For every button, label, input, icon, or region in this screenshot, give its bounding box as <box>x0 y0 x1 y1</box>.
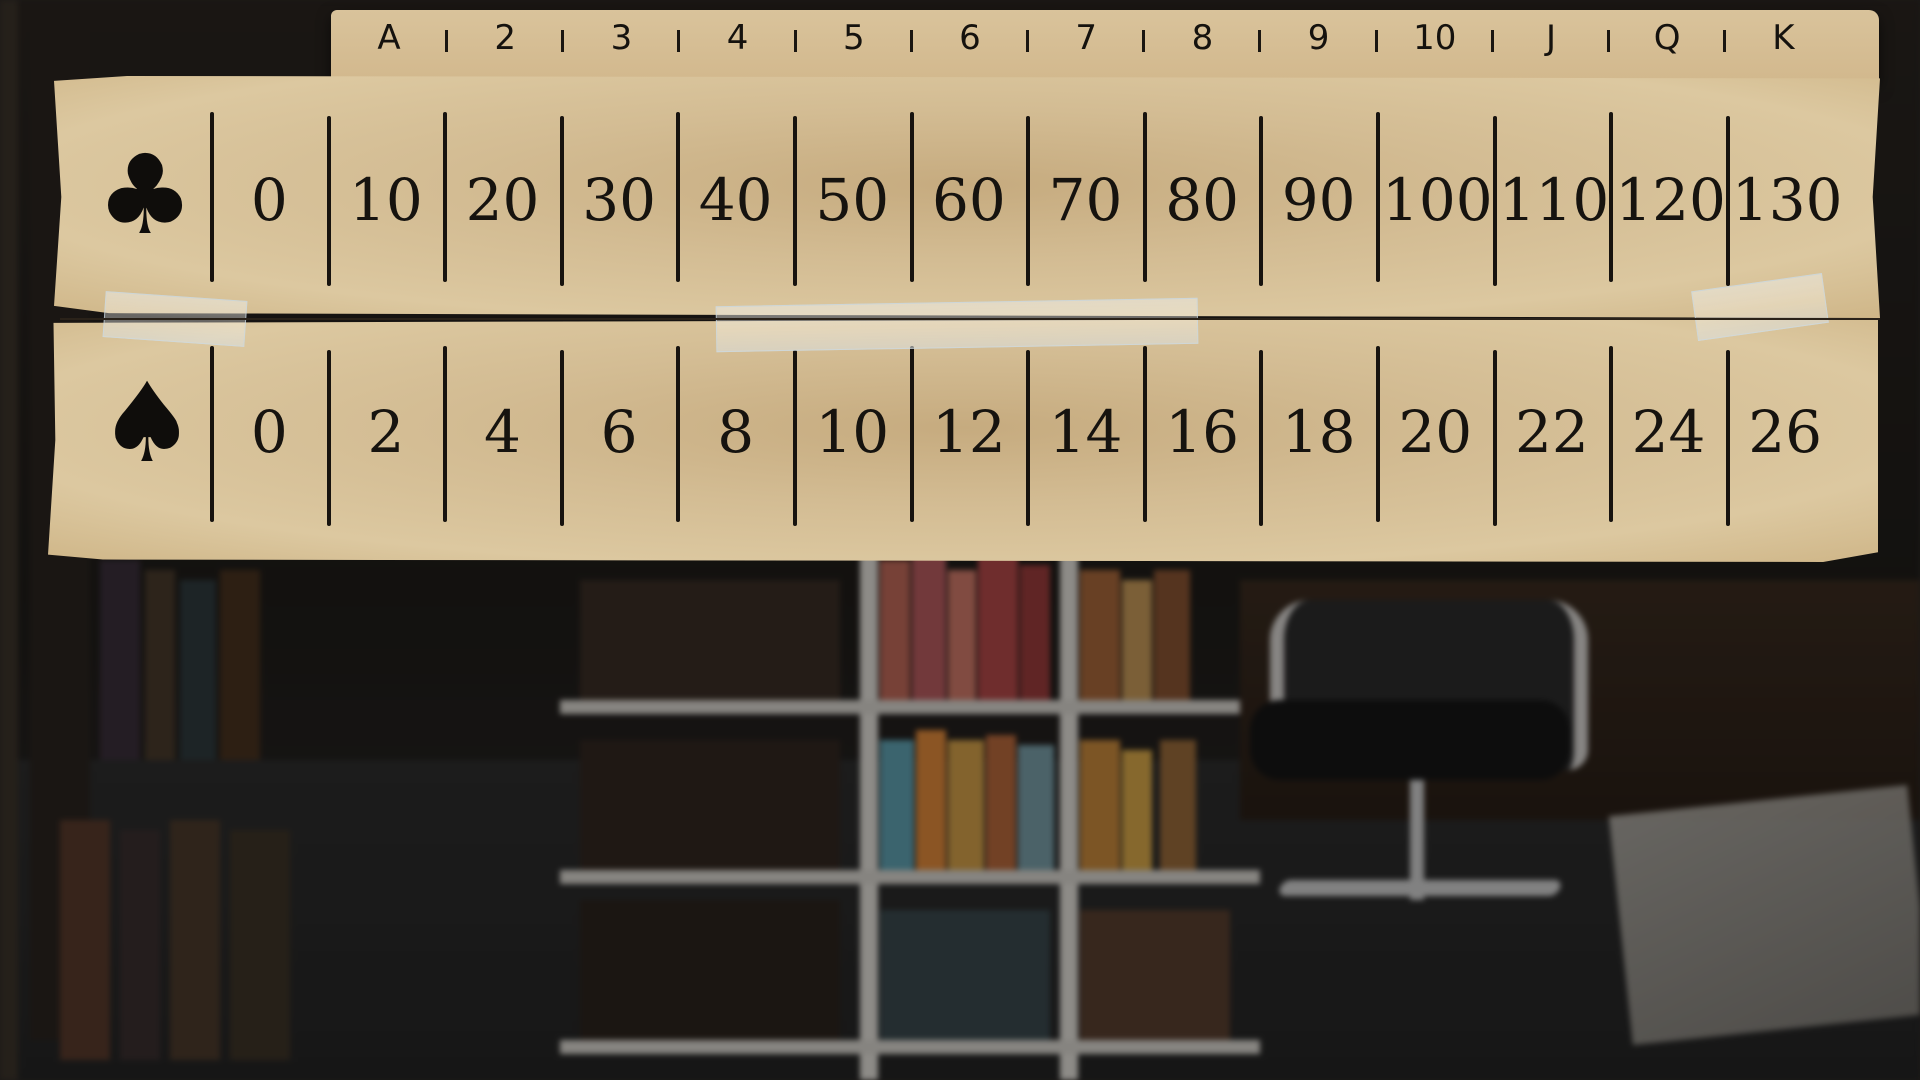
rank-label: 6 <box>959 18 981 58</box>
score-cell: 10 <box>815 398 890 466</box>
column-divider <box>443 346 448 522</box>
score-cell: 20 <box>1398 398 1473 466</box>
score-cell: 90 <box>1281 166 1356 234</box>
rank-label: 2 <box>494 18 516 58</box>
score-cell: 60 <box>931 166 1006 234</box>
column-divider <box>793 116 797 286</box>
score-cell: 18 <box>1281 398 1356 466</box>
rank-label: 4 <box>726 18 749 58</box>
column-divider <box>1259 350 1264 526</box>
tape-center <box>715 297 1199 353</box>
column-divider <box>909 346 914 522</box>
column-divider <box>326 350 331 526</box>
column-divider <box>793 350 797 526</box>
score-cell: 10 <box>348 166 423 234</box>
rank-label: 3 <box>610 18 633 58</box>
score-cell: 4 <box>484 398 521 466</box>
rank-separator <box>1723 30 1727 52</box>
rank-separator <box>909 30 913 52</box>
column-divider <box>1026 116 1031 286</box>
rank-label: J <box>1545 18 1557 58</box>
rank-label: 10 <box>1413 18 1457 58</box>
rank-label: 7 <box>1075 18 1097 58</box>
score-cell: 130 <box>1731 166 1843 234</box>
column-divider <box>210 346 214 522</box>
column-divider <box>443 112 448 282</box>
score-cell: 14 <box>1048 398 1123 466</box>
score-cell: 24 <box>1631 398 1706 466</box>
score-cell: 0 <box>250 166 288 234</box>
score-cell: 2 <box>367 398 405 466</box>
rank-separator <box>1374 30 1378 52</box>
column-divider <box>559 116 564 286</box>
score-cell: 120 <box>1615 166 1726 234</box>
column-divider <box>326 116 331 286</box>
score-cell: 40 <box>698 166 773 234</box>
score-cell: 110 <box>1498 166 1610 234</box>
score-cell: 0 <box>250 398 288 466</box>
score-cell: 22 <box>1514 398 1589 466</box>
rank-label: 8 <box>1191 18 1214 58</box>
column-divider <box>1725 116 1730 286</box>
rank-separator <box>677 30 681 52</box>
score-cell: 50 <box>815 166 890 234</box>
rank-separator <box>1607 30 1610 52</box>
club-icon: ♣ <box>95 131 195 259</box>
rank-separator <box>793 30 797 52</box>
column-divider <box>559 350 564 526</box>
rank-label: 5 <box>842 18 865 58</box>
rank-separator <box>1142 30 1146 52</box>
score-cell: 20 <box>465 166 540 234</box>
column-divider <box>1376 112 1380 282</box>
column-divider <box>676 112 681 282</box>
column-divider <box>676 346 681 522</box>
column-divider <box>1259 116 1264 286</box>
score-cell: 70 <box>1048 166 1123 234</box>
score-cell: 80 <box>1165 166 1239 234</box>
score-cell: 16 <box>1165 398 1239 466</box>
rank-separator <box>561 30 565 52</box>
score-cell: 30 <box>582 166 656 234</box>
score-cell: 6 <box>600 398 638 466</box>
rank-label: 9 <box>1307 18 1330 58</box>
column-divider <box>1609 346 1614 522</box>
column-divider <box>1492 116 1497 286</box>
rank-label: K <box>1772 18 1795 58</box>
column-divider <box>1142 112 1147 282</box>
rank-separator <box>1490 30 1494 52</box>
spade-icon: ♠ <box>97 359 197 487</box>
score-cell: 26 <box>1748 398 1822 466</box>
column-divider <box>1725 350 1730 526</box>
column-divider <box>1376 346 1380 522</box>
score-cell: 12 <box>931 398 1006 466</box>
score-cell: 8 <box>717 398 755 466</box>
column-divider <box>1492 350 1497 526</box>
column-divider <box>909 112 914 282</box>
column-divider <box>210 112 214 282</box>
column-divider <box>1026 350 1031 526</box>
rank-separator <box>1026 30 1029 52</box>
rank-label: A <box>377 18 401 58</box>
rank-separator <box>445 30 448 52</box>
column-divider <box>1142 346 1147 522</box>
score-cell: 100 <box>1382 166 1493 234</box>
rank-label: Q <box>1653 18 1681 58</box>
rank-separator <box>1258 30 1262 52</box>
column-divider <box>1609 112 1614 282</box>
